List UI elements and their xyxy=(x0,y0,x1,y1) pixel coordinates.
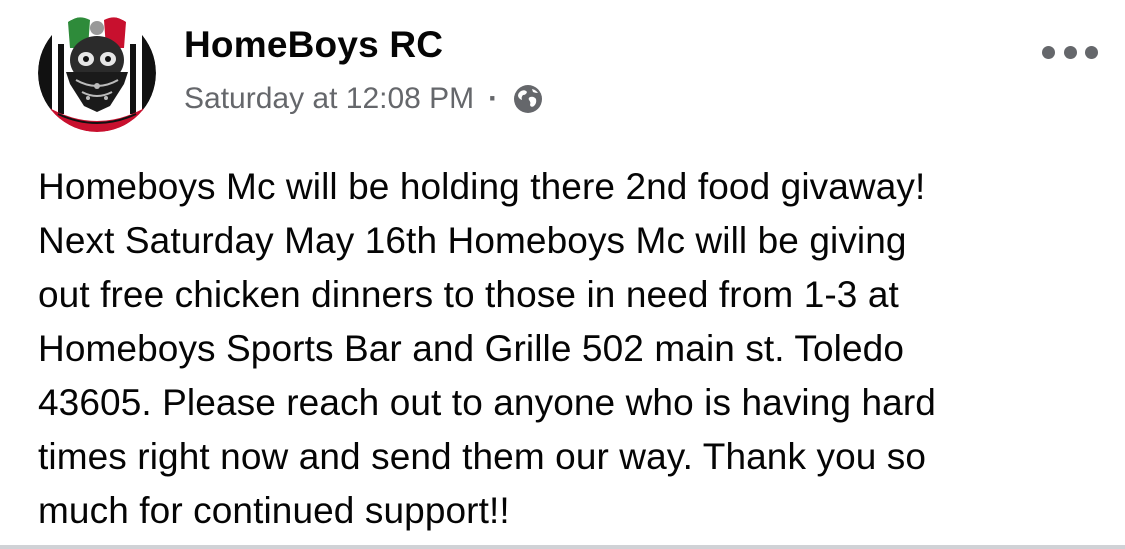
dot-icon xyxy=(1042,45,1055,59)
avatar[interactable] xyxy=(38,14,156,132)
post-author[interactable]: HomeBoys RC xyxy=(184,24,443,66)
more-options-button[interactable] xyxy=(1042,40,1098,64)
meta-separator: · xyxy=(488,82,499,115)
dot-icon xyxy=(1063,45,1077,59)
post-meta: Saturday at 12:08 PM · xyxy=(184,82,544,116)
dot-icon xyxy=(1085,45,1098,59)
divider xyxy=(0,545,1125,549)
globe-icon[interactable] xyxy=(512,83,544,115)
skull-logo-icon xyxy=(38,14,156,132)
facebook-post: HomeBoys RC Saturday at 12:08 PM · Homeb… xyxy=(0,0,1125,549)
post-body: Homeboys Mc will be holding there 2nd fo… xyxy=(38,166,936,531)
post-timestamp[interactable]: Saturday at 12:08 PM xyxy=(184,82,474,116)
